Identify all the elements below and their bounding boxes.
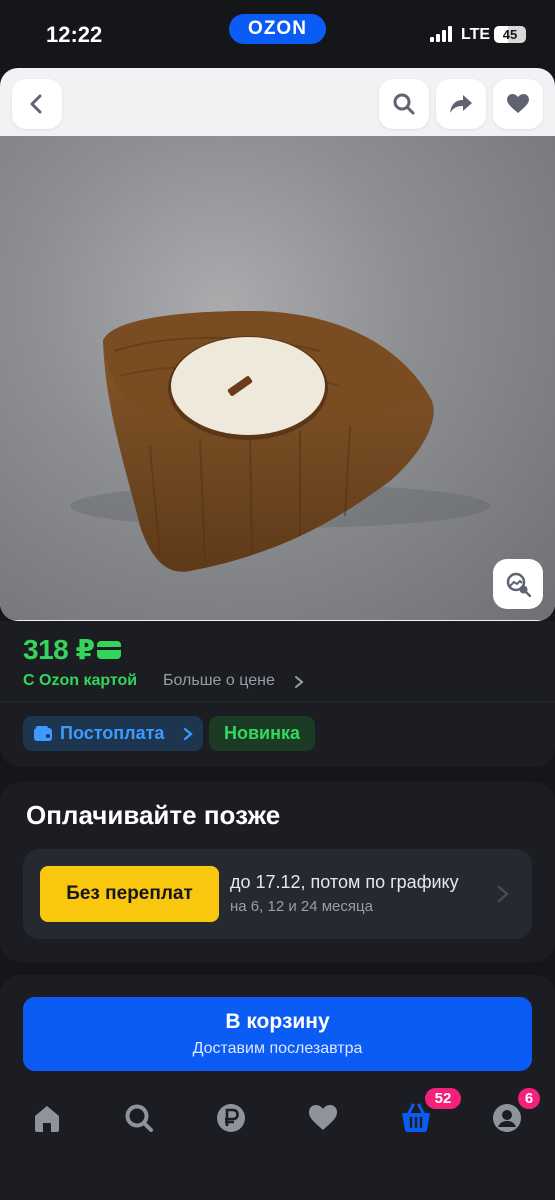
nav-finance[interactable] [211,1100,251,1136]
delivery-label: Доставим послезавтра [192,1040,363,1057]
installment-line-1: до 17.12, потом по графику [230,872,459,892]
product-photo[interactable] [0,136,555,620]
ozon-logo: OZON [229,14,326,44]
chevron-left-icon [30,94,42,114]
chevron-right-icon [497,885,509,903]
pay-later-title: Оплачивайте позже [26,800,281,830]
network-type: LTE [461,26,491,43]
heart-icon [309,1105,337,1130]
product-card [0,68,555,621]
search-button[interactable] [379,79,429,129]
heart-icon [507,94,529,113]
image-search-icon [506,572,531,597]
basket-icon [402,1103,430,1132]
favorite-button[interactable] [493,79,543,129]
card-icon [97,641,121,659]
nav-favorites[interactable] [303,1100,343,1136]
back-button[interactable] [12,79,62,129]
image-search-button[interactable] [493,559,543,609]
home-icon [35,1106,59,1132]
ruble-icon [217,1104,245,1132]
nav-profile[interactable]: 6 [487,1088,540,1136]
share-arrow-icon [450,95,472,113]
divider [0,701,555,702]
search-icon [393,93,415,115]
more-price-link[interactable]: Больше о цене [163,672,275,690]
wallet-icon [34,726,52,741]
price-section: 318 ₽ С Ozon картой Больше о цене Постоп… [0,621,555,767]
share-button[interactable] [436,79,486,129]
battery-level: 45 [502,27,518,42]
bottom-bar: В корзину Доставим послезавтра [0,975,555,1200]
no-overpay-badge: Без переплат [40,866,219,922]
cart-count-badge: 52 [425,1088,461,1109]
pay-later-section: Оплачивайте позже Без переплат до 17.12,… [0,782,555,962]
installment-offer[interactable]: Без переплат до 17.12, потом по графику … [23,849,532,939]
profile-count-badge: 6 [518,1088,540,1109]
nav-search[interactable] [119,1100,159,1136]
ozon-card-label: С Ozon картой [23,672,138,689]
add-to-cart-label: В корзину [225,1010,330,1033]
profile-icon [493,1104,521,1132]
battery-icon: 45 [494,26,526,43]
nav-home[interactable] [27,1100,67,1136]
postpay-badge[interactable]: Постоплата [23,716,203,751]
status-bar: 12:22 OZON LTE 45 [0,0,555,68]
add-to-cart-button[interactable]: В корзину Доставим послезавтра [23,997,532,1071]
new-badge: Новинка [209,716,315,751]
installment-line-2: на 6, 12 и 24 месяца [230,898,373,915]
postpay-label: Постоплата [60,723,165,743]
candle-image [70,311,490,572]
status-time: 12:22 [46,22,103,47]
signal-icon [430,26,456,42]
search-icon [125,1104,153,1132]
price-value: 318 ₽ [23,634,95,665]
chevron-right-icon [183,727,193,741]
chevron-right-icon [295,676,304,688]
nav-cart[interactable]: 52 [395,1088,461,1136]
